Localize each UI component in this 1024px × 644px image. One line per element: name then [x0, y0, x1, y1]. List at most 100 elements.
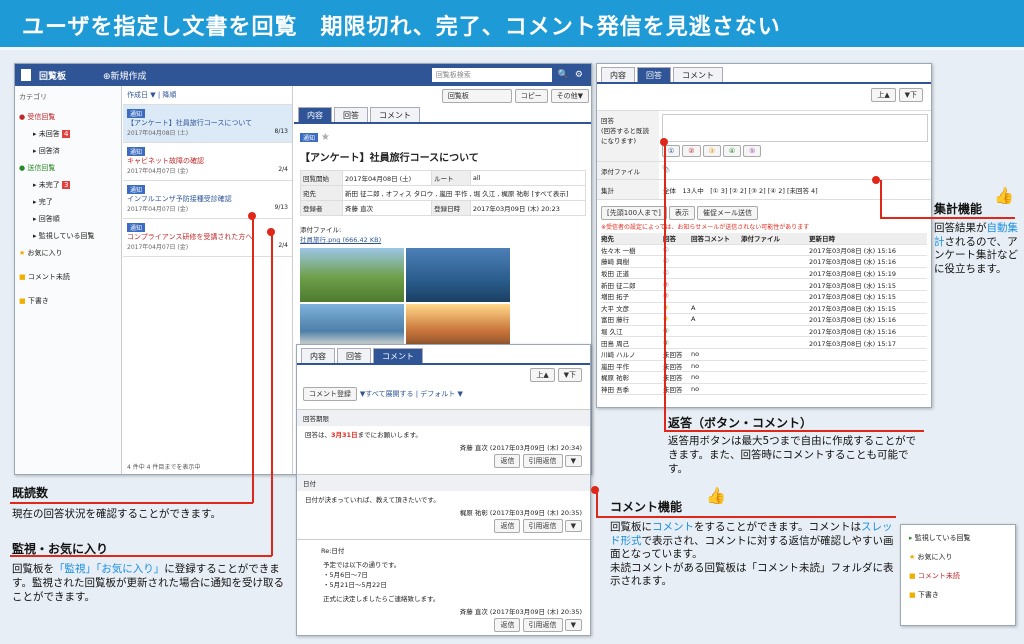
- tab-content[interactable]: 内容: [301, 348, 335, 363]
- tree-item-received[interactable]: ● 受信回覧: [19, 112, 117, 122]
- table-row: 川崎 ハルノ 未回答 no: [601, 349, 927, 361]
- tree-item-watching[interactable]: ▸ 監視している回覧: [33, 231, 117, 241]
- connector-dot: [872, 176, 880, 184]
- table-cell: 2017年03月08日 (水) 15:16: [809, 328, 897, 337]
- tree-item-order[interactable]: ▸ 回答順: [33, 214, 117, 224]
- tab-answer[interactable]: 回答: [334, 107, 368, 122]
- new-button[interactable]: ⊕新規作成: [103, 69, 147, 82]
- comment-tabs: 内容 回答 コメント: [297, 345, 590, 365]
- watch-text: 回覧板を「監視」「お気に入り」に登録することができます。監視された回覧板が更新さ…: [12, 563, 284, 603]
- list-item[interactable]: 通知 【アンケート】社員旅行コースについて 2017年04月08日 (土) 8/…: [123, 105, 292, 143]
- tree-item-incomplete[interactable]: ▸ 未完了 3: [33, 180, 117, 190]
- answer-button-2[interactable]: ②: [682, 145, 701, 157]
- table-cell: 未回答: [663, 386, 683, 395]
- table-cell: ④: [663, 339, 691, 347]
- tree-label: 未回答: [38, 130, 60, 138]
- tab-comment[interactable]: コメント: [373, 348, 423, 363]
- answer-comment-input[interactable]: [662, 114, 928, 142]
- answer-button-5[interactable]: ⑤: [743, 145, 762, 157]
- comment-line: ・5月21日〜5月22日: [323, 581, 387, 589]
- gear-icon[interactable]: ⚙: [575, 70, 583, 80]
- tab-answer[interactable]: 回答: [337, 348, 371, 363]
- connector-dot: [248, 212, 256, 220]
- folder-icon: ■: [909, 591, 916, 599]
- reply-button[interactable]: 返信: [494, 618, 521, 632]
- tree-item-complete[interactable]: ▸ 完了: [33, 197, 117, 207]
- quote-reply-button[interactable]: 引用返信: [522, 519, 563, 533]
- tree-item-unread-comment[interactable]: ■ コメント未読: [909, 571, 1007, 581]
- meta-key: ルート: [431, 170, 471, 186]
- expand-all-link[interactable]: ▼すべて展開する | デフォルト ▼: [360, 390, 463, 398]
- list-header[interactable]: 作成日 ▼ | 降順: [123, 86, 292, 105]
- tree-item-draft[interactable]: ■ 下書き: [909, 590, 1007, 600]
- tab-comment[interactable]: コメント: [673, 67, 723, 82]
- attach-link[interactable]: 社員旅行.png (666.42 KB): [300, 234, 586, 244]
- copy-button[interactable]: コピー: [514, 89, 548, 103]
- quote-reply-button[interactable]: 引用返信: [522, 454, 563, 468]
- list-item[interactable]: 通知 コンプライアンス研修を受講された方へ 2017年04月07日 (金) 2/…: [123, 219, 292, 257]
- table-row: 増田 拓子 ② 2017年03月08日 (水) 15:15: [601, 291, 927, 303]
- tree-item-favorites[interactable]: ★ お気に入り: [909, 552, 1007, 562]
- tree-item-unread-comment[interactable]: ■ コメント未読: [19, 272, 117, 282]
- table-cell: 嵐田 平作: [601, 362, 630, 371]
- down-button[interactable]: ▼下: [898, 88, 923, 102]
- app-icon: [21, 69, 31, 81]
- meta-key: 登録者: [300, 200, 343, 216]
- remind-button[interactable]: 催促メール送信: [696, 206, 758, 220]
- tab-content[interactable]: 内容: [298, 107, 332, 122]
- table-row: 梶原 祐彰 未回答 no: [601, 372, 927, 384]
- tree-label: 下書き: [917, 591, 939, 599]
- app-header: 回覧板 ⊕新規作成 回覧板検索 🔍 ⚙: [15, 64, 591, 86]
- tree-item-favorites[interactable]: ★ お気に入り: [19, 248, 117, 258]
- search-icon[interactable]: 🔍: [558, 70, 569, 80]
- view-select[interactable]: 回覧板: [441, 89, 512, 103]
- other-button[interactable]: その他▼: [550, 89, 589, 103]
- thread-title: 日付: [297, 474, 590, 491]
- tree-item-draft[interactable]: ■ 下書き: [19, 296, 117, 306]
- menu-button[interactable]: ▼: [564, 455, 582, 467]
- connector-line: [880, 217, 1015, 219]
- answer-tabs: 内容 回答 コメント: [597, 64, 931, 84]
- reply-button[interactable]: 返信: [494, 519, 521, 533]
- item-title: 【アンケート】社員旅行コースについて: [127, 119, 253, 127]
- tree-item-unanswered[interactable]: ▸ 未回答 4: [33, 129, 117, 139]
- list-item[interactable]: 通知 インフルエンザ予防接種受診確認 2017年04月07日 (金) 9/13: [123, 181, 292, 219]
- tab-content[interactable]: 内容: [601, 67, 635, 82]
- answer-button-3[interactable]: ③: [702, 145, 721, 157]
- table-cell: 堀 久江: [601, 328, 623, 337]
- comment-register-button[interactable]: コメント登録: [303, 387, 357, 401]
- doc-title: 【アンケート】社員旅行コースについて: [300, 153, 479, 164]
- list-item[interactable]: 通知 キャビネット故障の確認 2017年04月07日 (金) 2/4: [123, 143, 292, 181]
- tree-label: 送信回覧: [27, 164, 56, 172]
- tab-comment[interactable]: コメント: [370, 107, 420, 122]
- menu-button[interactable]: ▼: [564, 619, 582, 631]
- show-button[interactable]: 表示: [668, 206, 695, 220]
- meta-value: all: [469, 170, 587, 186]
- meta-value: 2017年03月09日 (木) 20:23: [469, 200, 587, 216]
- tree-item-watching[interactable]: ▸ 監視している回覧: [909, 533, 1007, 543]
- thumbs-up-icon: 👍: [706, 486, 726, 505]
- reply-button[interactable]: 返信: [494, 454, 521, 468]
- filter-select[interactable]: [先頭100人まで]: [601, 206, 667, 220]
- answer-button-4[interactable]: ④: [722, 145, 742, 157]
- down-button[interactable]: ▼下: [557, 368, 582, 382]
- answer-label: 回答 (回答すると既読になります): [597, 111, 659, 161]
- reply-text: 返答用ボタンは最大5つまで自由に作成することができます。また、回答時にコメントす…: [668, 435, 917, 475]
- up-button[interactable]: 上▲: [871, 88, 896, 102]
- quote-reply-button[interactable]: 引用返信: [522, 618, 563, 632]
- table-cell: 2017年03月08日 (水) 15:16: [809, 258, 897, 267]
- tree-item-sent[interactable]: ● 送信回覧: [19, 163, 117, 173]
- table-row: 田島 周己 ④ 2017年03月08日 (水) 15:17: [601, 337, 927, 349]
- attach-label: 添付ファイル: [597, 162, 659, 179]
- star-icon[interactable]: ★: [321, 132, 330, 143]
- menu-button[interactable]: ▼: [564, 520, 582, 532]
- tree-item-answered[interactable]: ▸ 回答済: [33, 146, 117, 156]
- up-button[interactable]: 上▲: [530, 368, 555, 382]
- tab-answer[interactable]: 回答: [637, 67, 671, 82]
- comment-body: 回答は、: [305, 431, 331, 439]
- notice-tag: 通知: [127, 109, 146, 118]
- paperclip-icon[interactable]: 📎: [659, 162, 673, 179]
- table-cell: 田島 周己: [601, 339, 630, 348]
- list-footer: 4 件中 4 件目までを表示中: [127, 464, 201, 471]
- search-input[interactable]: 回覧板検索: [431, 68, 552, 82]
